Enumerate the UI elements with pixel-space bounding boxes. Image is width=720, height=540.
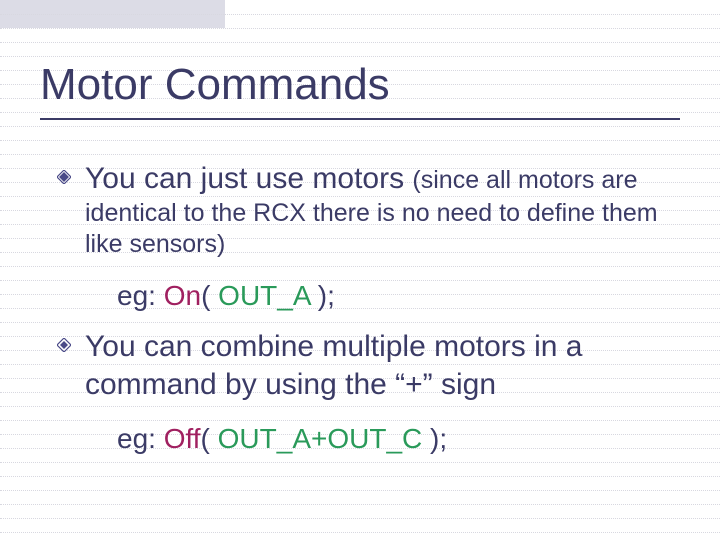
example-2-arg: OUT_A+OUT_C (218, 423, 423, 454)
slide-body: You can just use motors (since all motor… (40, 160, 680, 458)
title-underline (40, 118, 680, 120)
bullet-1-main: You can just use motors (85, 162, 412, 195)
example-2: eg: Off( OUT_A+OUT_C ); (85, 421, 660, 457)
example-1-prefix: eg: (117, 280, 164, 311)
bullet-item-1: You can just use motors (since all motor… (85, 160, 660, 260)
bullet-item-2: You can combine multiple motors in a com… (85, 328, 660, 403)
diamond-bullet-icon (57, 170, 71, 184)
slide: Motor Commands You can just use motors (… (0, 0, 720, 540)
example-2-close: ); (422, 423, 447, 454)
example-1-close: ); (310, 280, 335, 311)
bullet-2-text: You can combine multiple motors in a com… (85, 330, 583, 401)
example-1-fn: On (164, 280, 201, 311)
example-2-prefix: eg: (117, 423, 164, 454)
diamond-bullet-icon (57, 338, 71, 352)
example-1: eg: On( OUT_A ); (85, 278, 660, 314)
example-1-arg: OUT_A (218, 280, 310, 311)
example-2-fn: Off (164, 423, 201, 454)
slide-title: Motor Commands (40, 60, 680, 110)
example-2-open: ( (201, 423, 218, 454)
example-1-open: ( (201, 280, 218, 311)
